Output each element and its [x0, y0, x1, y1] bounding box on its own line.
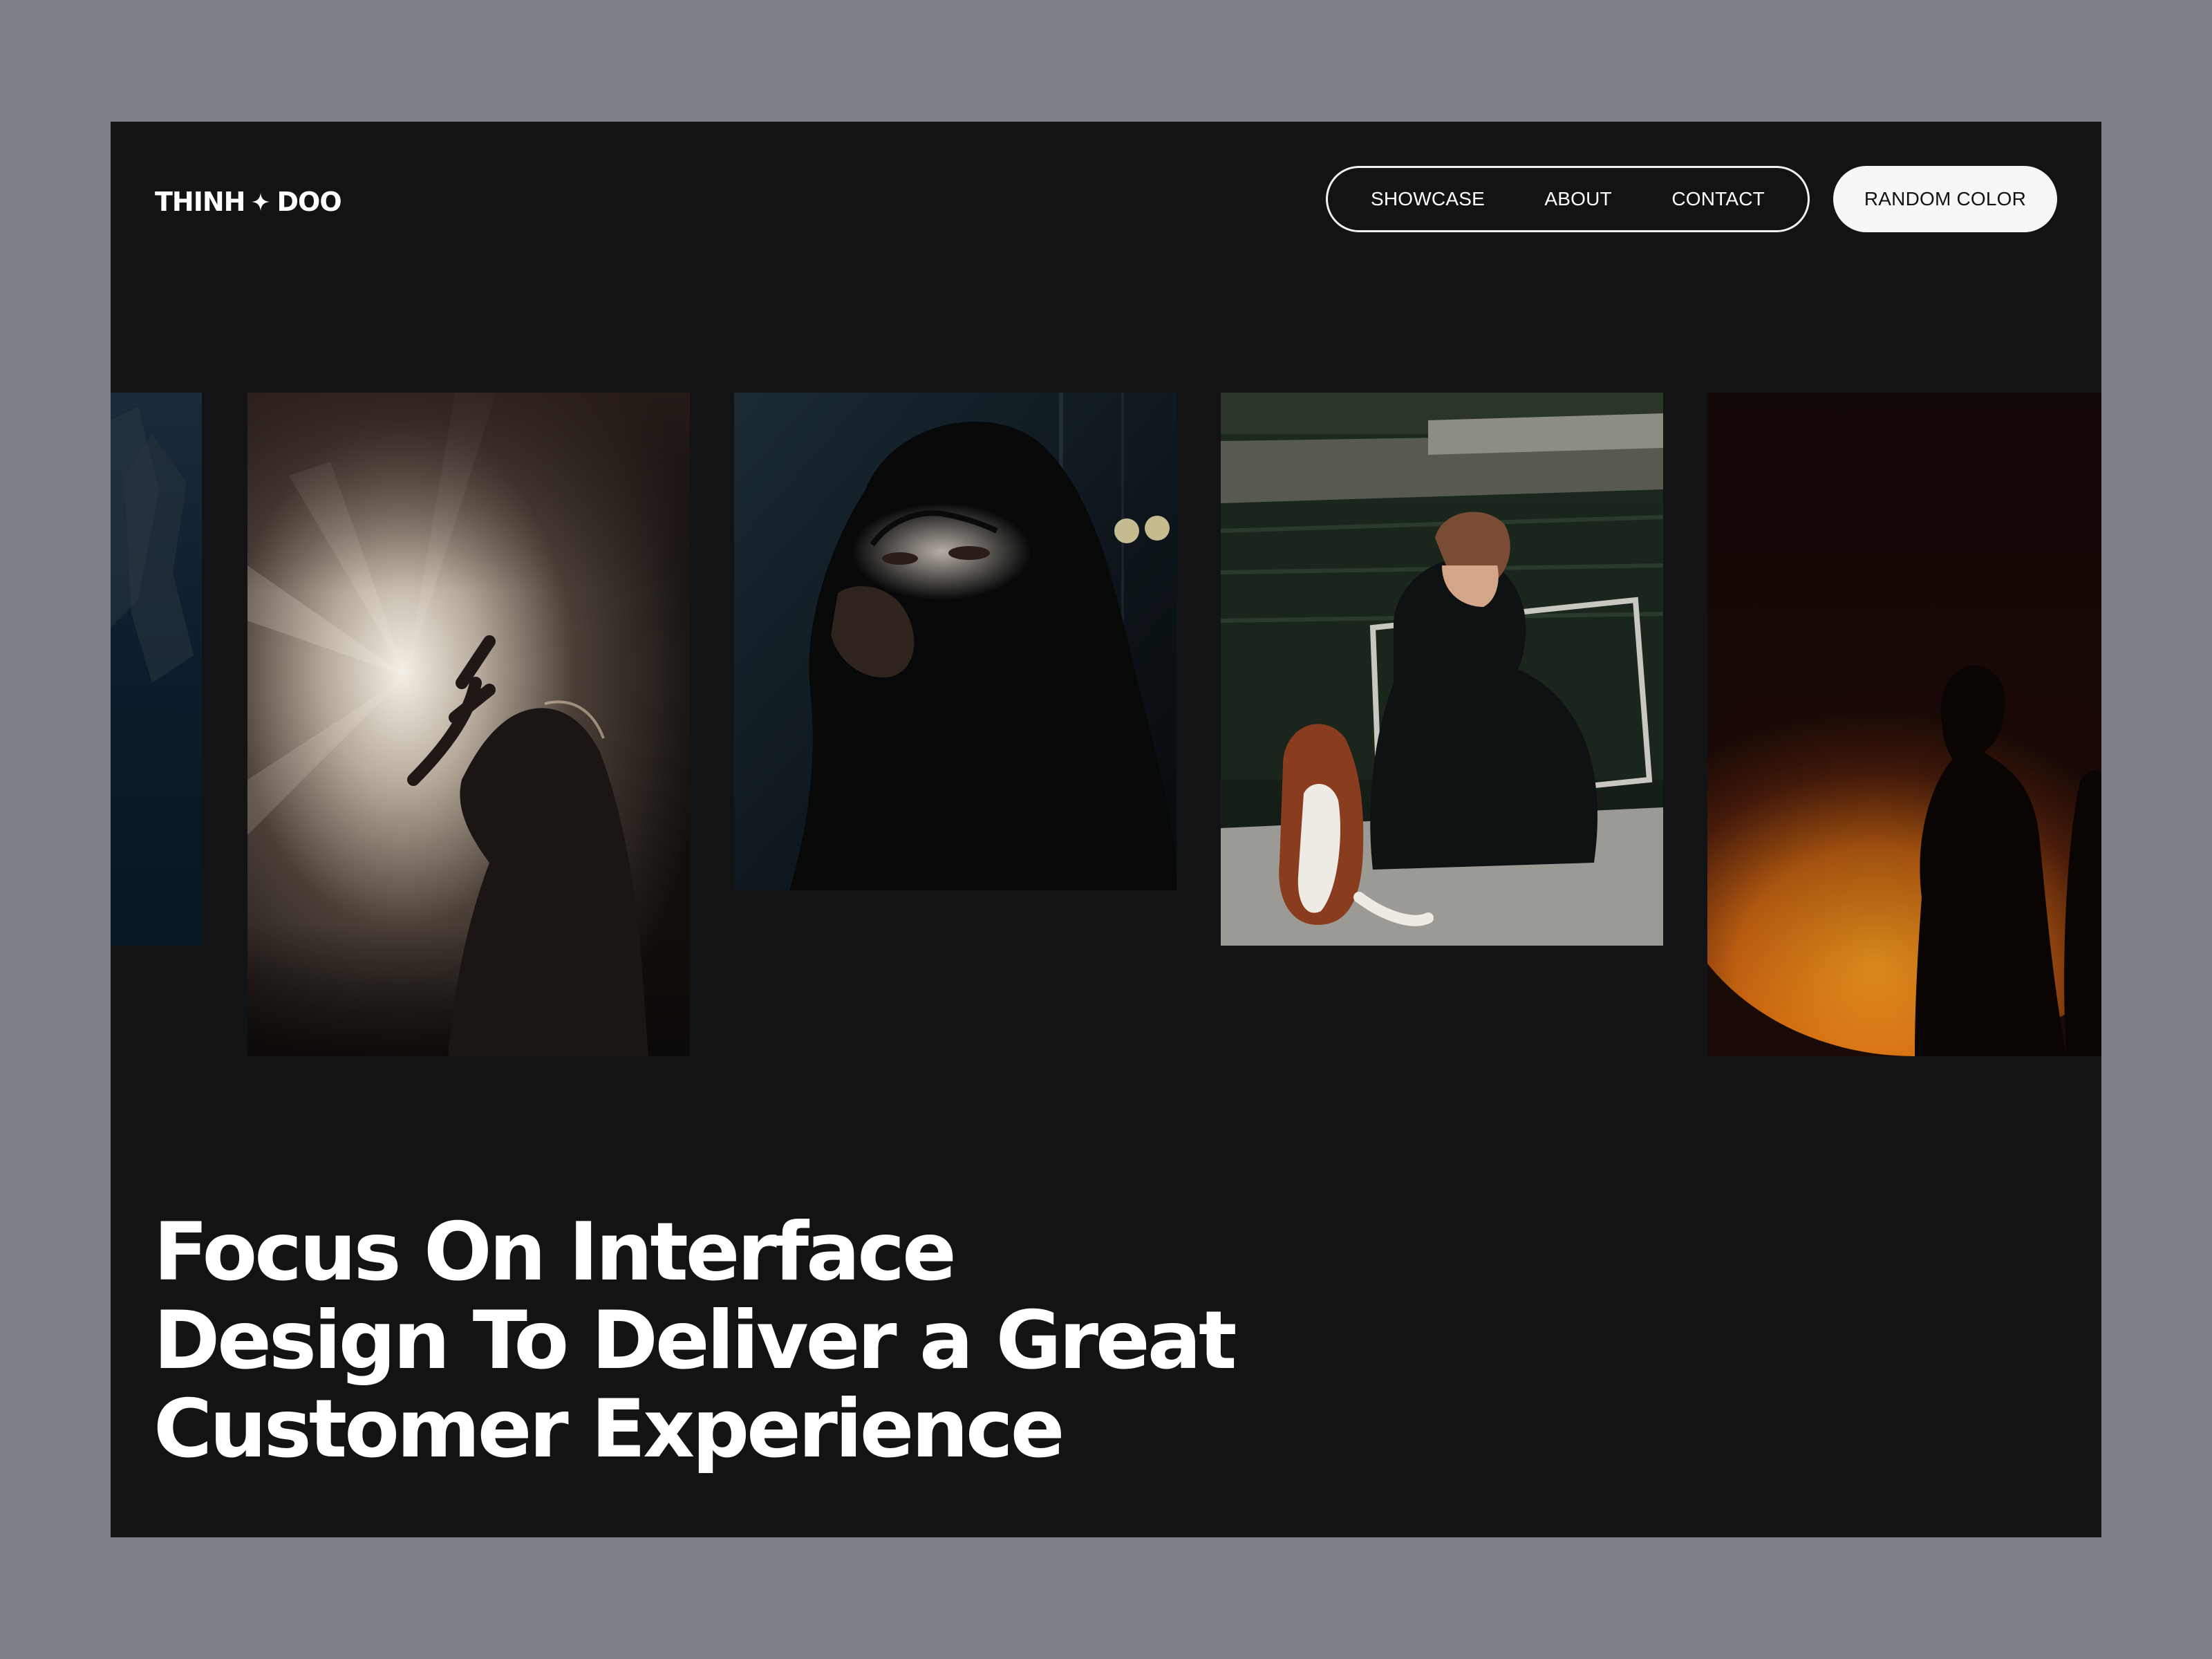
nav-showcase[interactable]: SHOWCASE — [1371, 188, 1485, 210]
gallery-photo-light-rays[interactable] — [247, 393, 690, 1056]
hero-headline-line-2: Design To Deliver a Great — [153, 1294, 1237, 1387]
gallery-photo-dark-blue[interactable] — [111, 393, 202, 946]
hero-headline: Focus On Interface Design To Deliver a G… — [153, 1206, 1237, 1476]
logo[interactable]: THINH DOO — [155, 181, 342, 223]
hero-headline-line-3: Customer Experience — [153, 1382, 1065, 1476]
random-color-button[interactable]: RANDOM COLOR — [1833, 166, 2057, 232]
main-nav: SHOWCASE ABOUT CONTACT — [1326, 166, 1810, 232]
logo-text-right: DOO — [276, 187, 341, 217]
gallery-photo-orange-silhouette[interactable] — [1707, 393, 2101, 1056]
nav-contact[interactable]: CONTACT — [1671, 188, 1765, 210]
nav-about[interactable]: ABOUT — [1544, 188, 1611, 210]
gallery-photo-man-and-dog[interactable] — [1221, 393, 1663, 946]
gallery-photo-eyes-light[interactable] — [734, 393, 1177, 890]
logo-text-left: THINH — [155, 187, 245, 217]
site-frame: THINH DOO SHOWCASE ABOUT CONTACT RANDOM … — [111, 122, 2101, 1537]
hero-headline-line-1: Focus On Interface — [153, 1206, 957, 1299]
sparkle-icon — [252, 193, 270, 211]
